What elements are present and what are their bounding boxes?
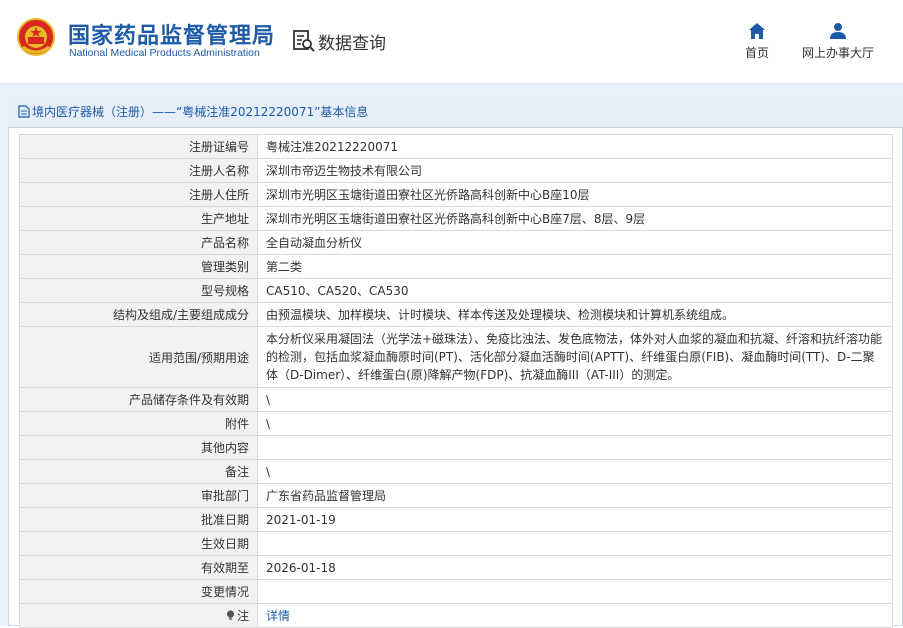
table-row: 结构及组成/主要组成成分 由预温模块、加样模块、计时模块、样本传送及处理模块、检…: [19, 302, 893, 327]
field-value: 第二类: [257, 254, 893, 279]
table-row: 备注 \: [19, 459, 893, 484]
field-value: \: [257, 459, 893, 484]
field-value: 粤械注准20212220071: [257, 134, 893, 159]
breadcrumb-text: 境内医疗器械（注册）——“粤械注准20212220071”基本信息: [32, 105, 369, 119]
table-row: 生效日期: [19, 531, 893, 556]
breadcrumb: 境内医疗器械（注册）——“粤械注准20212220071”基本信息: [8, 96, 903, 128]
field-value: 2021-01-19: [257, 507, 893, 532]
field-value: 由预温模块、加样模块、计时模块、样本传送及处理模块、检测模块和计算机系统组成。: [257, 302, 893, 327]
table-row: 生产地址 深圳市光明区玉塘街道田寮社区光侨路高科创新中心B座7层、8层、9层: [19, 206, 893, 231]
field-value: 广东省药品监督管理局: [257, 483, 893, 508]
table-row: 产品储存条件及有效期 \: [19, 387, 893, 412]
field-label: 审批部门: [19, 483, 258, 508]
nav-online-hall-label: 网上办事大厅: [802, 46, 875, 60]
table-row: 附件 \: [19, 411, 893, 436]
national-emblem-icon: [17, 18, 55, 56]
field-value: \: [257, 411, 893, 436]
table-row: 注册证编号 粤械注准20212220071: [19, 134, 893, 159]
table-row: 变更情况: [19, 579, 893, 604]
note-value-cell: 详情: [257, 603, 893, 628]
table-row: 管理类别 第二类: [19, 254, 893, 279]
field-value: CA510、CA520、CA530: [257, 278, 893, 303]
document-icon: [18, 105, 30, 118]
registration-info-table: 注册证编号 粤械注准20212220071 注册人名称 深圳市帝迈生物技术有限公…: [19, 134, 893, 628]
field-value: 深圳市光明区玉塘街道田寮社区光侨路高科创新中心B座10层: [257, 182, 893, 207]
field-label: 有效期至: [19, 555, 258, 580]
field-value: 全自动凝血分析仪: [257, 230, 893, 255]
table-row: 注册人住所 深圳市光明区玉塘街道田寮社区光侨路高科创新中心B座10层: [19, 182, 893, 207]
nav-online-hall[interactable]: 网上办事大厅: [802, 22, 874, 61]
site-header: 国家药品监督管理局 National Medical Products Admi…: [0, 0, 903, 84]
table-row: 适用范围/预期用途 本分析仪采用凝固法（光学法+磁珠法）、免疫比浊法、发色底物法…: [19, 326, 893, 388]
field-label: 注册人住所: [19, 182, 258, 207]
table-row: 其他内容: [19, 435, 893, 460]
data-query-title[interactable]: 数据查询: [292, 29, 386, 54]
home-icon: [749, 23, 765, 39]
field-value: [257, 531, 893, 556]
field-label: 备注: [19, 459, 258, 484]
table-row: 注册人名称 深圳市帝迈生物技术有限公司: [19, 158, 893, 183]
field-value: [257, 435, 893, 460]
table-row: 产品名称 全自动凝血分析仪: [19, 230, 893, 255]
table-row-note: 注 详情: [19, 603, 893, 628]
field-label: 产品储存条件及有效期: [19, 387, 258, 412]
table-row: 批准日期 2021-01-19: [19, 507, 893, 532]
table-row: 型号规格 CA510、CA520、CA530: [19, 278, 893, 303]
nav-home-label: 首页: [745, 46, 770, 60]
field-label: 批准日期: [19, 507, 258, 532]
field-value: 2026-01-18: [257, 555, 893, 580]
table-row: 审批部门 广东省药品监督管理局: [19, 483, 893, 508]
field-label: 生产地址: [19, 206, 258, 231]
field-value: 深圳市帝迈生物技术有限公司: [257, 158, 893, 183]
field-value: 本分析仪采用凝固法（光学法+磁珠法）、免疫比浊法、发色底物法，体外对人血浆的凝血…: [257, 326, 893, 388]
field-label: 注册人名称: [19, 158, 258, 183]
field-label: 变更情况: [19, 579, 258, 604]
lightbulb-icon: [226, 610, 235, 620]
data-query-label: 数据查询: [318, 33, 386, 54]
user-icon: [830, 23, 846, 39]
field-label: 结构及组成/主要组成成分: [19, 302, 258, 327]
table-row: 有效期至 2026-01-18: [19, 555, 893, 580]
field-value: \: [257, 387, 893, 412]
nav-home[interactable]: 首页: [745, 22, 769, 61]
field-label: 其他内容: [19, 435, 258, 460]
note-label: 注: [236, 609, 249, 623]
org-name-cn: 国家药品监督管理局: [68, 24, 276, 49]
field-label: 适用范围/预期用途: [19, 326, 258, 388]
field-label: 型号规格: [19, 278, 258, 303]
field-label: 产品名称: [19, 230, 258, 255]
note-label-cell: 注: [19, 603, 258, 628]
field-label: 管理类别: [19, 254, 258, 279]
org-name-en: National Medical Products Administration: [69, 47, 260, 59]
field-label: 生效日期: [19, 531, 258, 556]
field-value: [257, 579, 893, 604]
field-label: 附件: [19, 411, 258, 436]
field-label: 注册证编号: [19, 134, 258, 159]
details-link[interactable]: 详情: [266, 609, 290, 623]
field-value: 深圳市光明区玉塘街道田寮社区光侨路高科创新中心B座7层、8层、9层: [257, 206, 893, 231]
document-search-icon: [293, 30, 315, 52]
